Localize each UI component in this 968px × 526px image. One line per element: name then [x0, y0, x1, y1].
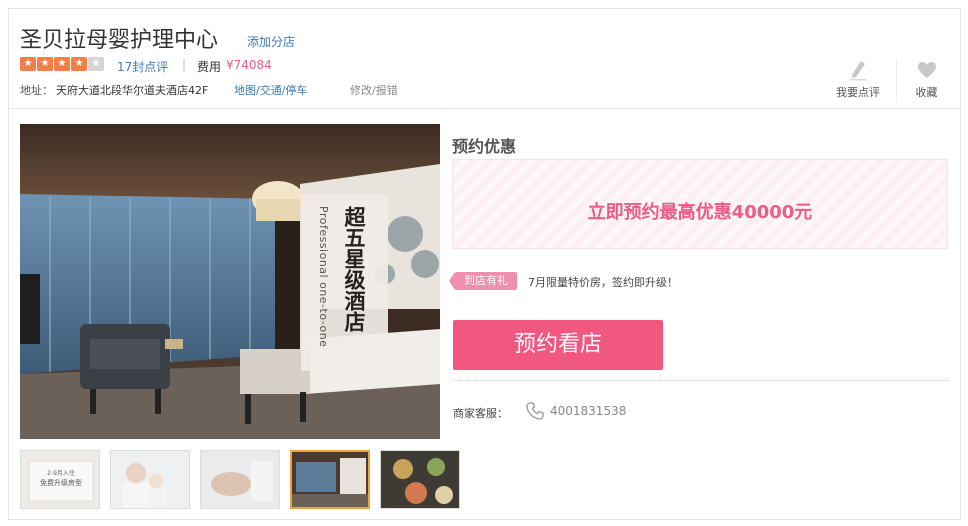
thumbnail-image: 2-9月入住 免费升级房型 — [21, 451, 99, 508]
separator: | — [182, 57, 187, 71]
address-label: 地址： — [20, 84, 53, 97]
promo-text: 立即预约最高优惠40000元 — [587, 202, 813, 223]
gift-text: 7月限量特价房，签约即升级！ — [528, 276, 678, 289]
gift-badge: 到店有礼 — [449, 272, 517, 290]
banner-title: 超五星级酒店 — [342, 206, 366, 332]
phone-icon — [526, 402, 544, 420]
pencil-icon — [850, 61, 866, 81]
thumbnail[interactable] — [110, 450, 190, 509]
thumbnail-image — [111, 451, 189, 508]
venue-header: 圣贝拉母婴护理中心 添加分店 ★ ★ ★ ★ ★ 17封点评 | 费用 ¥740… — [9, 9, 960, 109]
edit-report-link[interactable]: 修改/报错 — [350, 82, 398, 98]
write-review-label: 我要点评 — [836, 86, 880, 99]
promo-banner-overlay: 超五星级酒店 Professional one-to-one — [301, 194, 388, 371]
review-count-link[interactable]: 17封点评 — [117, 58, 168, 75]
cost-label: 费用 — [197, 60, 222, 74]
phone-number[interactable]: 4001831538 — [550, 404, 626, 418]
venue-card: 圣贝拉母婴护理中心 添加分店 ★ ★ ★ ★ ★ 17封点评 | 费用 ¥740… — [8, 8, 961, 520]
star-icon: ★ — [88, 57, 104, 71]
address-text: 天府大道北段华尔道夫酒店42F — [56, 84, 209, 97]
thumbnail-image — [292, 452, 368, 507]
thumbnail-active[interactable] — [290, 450, 370, 509]
divider — [453, 380, 949, 381]
thumbnail-strip: 2-9月入住 免费升级房型 — [20, 450, 460, 509]
banner-subtitle: Professional one-to-one — [317, 206, 330, 348]
map-traffic-parking-link[interactable]: 地图/交通/停车 — [234, 82, 307, 98]
star-icon: ★ — [20, 57, 36, 71]
star-icon: ★ — [54, 57, 70, 71]
cost-value: ¥74084 — [226, 58, 272, 72]
thumbnail[interactable] — [200, 450, 280, 509]
thumbnail[interactable] — [380, 450, 460, 509]
thumbnail-caption-1: 2-9月入住 — [47, 469, 75, 477]
thumbnail-image — [201, 451, 279, 508]
customer-service-label: 商家客服： — [453, 407, 508, 420]
thumbnail-image — [381, 451, 459, 508]
heart-icon — [917, 62, 936, 78]
favorite-label: 收藏 — [915, 86, 938, 99]
write-review-button[interactable]: 我要点评 — [828, 59, 888, 103]
promo-title: 预约优惠 — [452, 137, 517, 156]
page-title: 圣贝拉母婴护理中心 — [20, 28, 219, 53]
favorite-button[interactable]: 收藏 — [896, 59, 956, 103]
star-icon: ★ — [37, 57, 53, 71]
add-branch-link[interactable]: 添加分店 — [247, 33, 295, 50]
rating-stars: ★ ★ ★ ★ ★ — [20, 57, 104, 71]
main-photo[interactable]: 超五星级酒店 Professional one-to-one — [20, 124, 440, 439]
promo-box: 立即预约最高优惠40000元 — [452, 159, 948, 249]
book-visit-button[interactable]: 预约看店 — [453, 320, 663, 370]
star-icon: ★ — [71, 57, 87, 71]
thumbnail[interactable]: 2-9月入住 免费升级房型 — [20, 450, 100, 509]
thumbnail-caption-2: 免费升级房型 — [40, 478, 82, 487]
